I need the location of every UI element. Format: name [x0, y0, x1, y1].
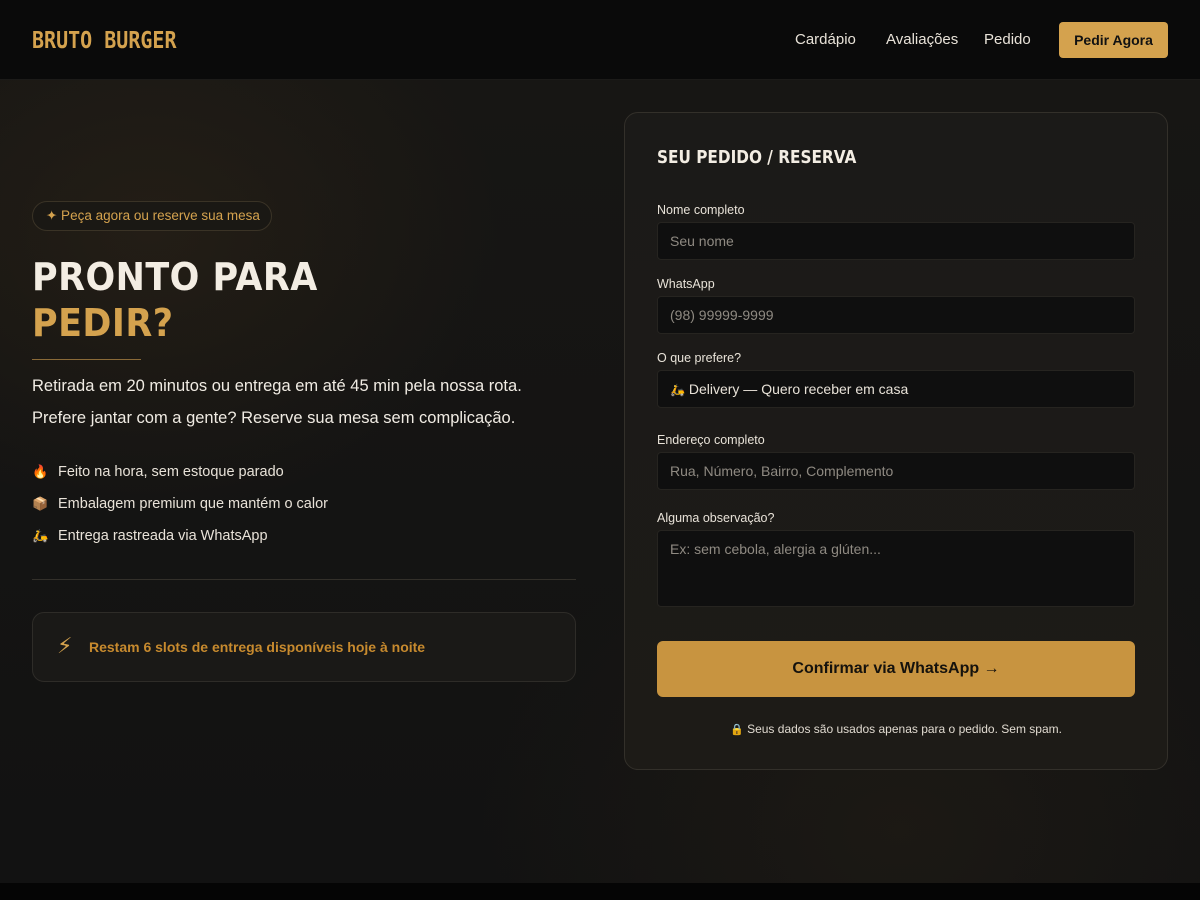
hero-title-line1: PRONTO PARA: [32, 255, 318, 299]
slots-text: Restam 6 slots de entrega disponíveis ho…: [89, 639, 426, 655]
preference-label: O que prefere?: [657, 351, 742, 365]
slots-alert: ⚡ Restam 6 slots de entrega disponíveis …: [32, 612, 576, 682]
hero-title: PRONTO PARA PEDIR?: [32, 254, 318, 346]
feature-text: Entrega rastreada via WhatsApp: [58, 528, 268, 544]
scooter-icon: 🛵: [670, 383, 685, 397]
order-form-card: SEU PEDIDO / RESERVA Nome completo Whats…: [624, 112, 1168, 770]
hero-title-line2: PEDIR?: [32, 301, 174, 345]
nav-link-cardapio[interactable]: Cardápio: [795, 31, 856, 48]
order-now-button[interactable]: Pedir Agora: [1059, 22, 1168, 58]
notes-label: Alguma observação?: [657, 511, 775, 525]
name-label: Nome completo: [657, 203, 745, 217]
hero-lead-delivery: Retirada em 20 minutos ou entrega em até…: [32, 377, 522, 395]
privacy-text: Seus dados são usados apenas para o pedi…: [747, 722, 1062, 736]
top-navbar: BRUTO BURGER Cardápio Avaliações Pedido …: [0, 0, 1200, 80]
confirm-whatsapp-button[interactable]: Confirmar via WhatsApp →: [657, 641, 1135, 697]
section-divider: [32, 579, 576, 580]
address-input[interactable]: [657, 452, 1135, 490]
nav-link-avaliacoes[interactable]: Avaliações: [886, 31, 958, 48]
brand-logo[interactable]: BRUTO BURGER: [32, 26, 177, 54]
feature-item: 🛵 Entrega rastreada via WhatsApp: [32, 528, 268, 548]
lightning-icon: ⚡: [57, 633, 73, 658]
privacy-note: 🔒 Seus dados são usados apenas para o pe…: [625, 722, 1167, 736]
fire-icon: 🔥: [32, 464, 49, 479]
package-icon: 📦: [32, 496, 49, 511]
preference-value: Delivery — Quero receber em casa: [688, 381, 909, 397]
whatsapp-label: WhatsApp: [657, 277, 715, 291]
preference-select[interactable]: 🛵 Delivery — Quero receber em casa: [657, 370, 1135, 408]
lock-icon: 🔒: [730, 724, 744, 736]
hero-badge: ✦ Peça agora ou reserve sua mesa: [32, 201, 272, 231]
hero-lead-reservation: Prefere jantar com a gente? Reserve sua …: [32, 409, 516, 427]
address-label: Endereço completo: [657, 433, 765, 447]
scooter-icon: 🛵: [32, 528, 49, 543]
footer-strip: [0, 883, 1200, 900]
name-input[interactable]: [657, 222, 1135, 260]
form-title: SEU PEDIDO / RESERVA: [657, 147, 857, 168]
feature-item: 📦 Embalagem premium que mantém o calor: [32, 496, 328, 516]
title-underline: [32, 359, 141, 360]
notes-textarea[interactable]: [657, 530, 1135, 607]
nav-link-pedido[interactable]: Pedido: [984, 31, 1031, 48]
whatsapp-input[interactable]: [657, 296, 1135, 334]
feature-item: 🔥 Feito na hora, sem estoque parado: [32, 464, 284, 484]
feature-text: Embalagem premium que mantém o calor: [58, 496, 328, 512]
feature-text: Feito na hora, sem estoque parado: [58, 464, 284, 480]
